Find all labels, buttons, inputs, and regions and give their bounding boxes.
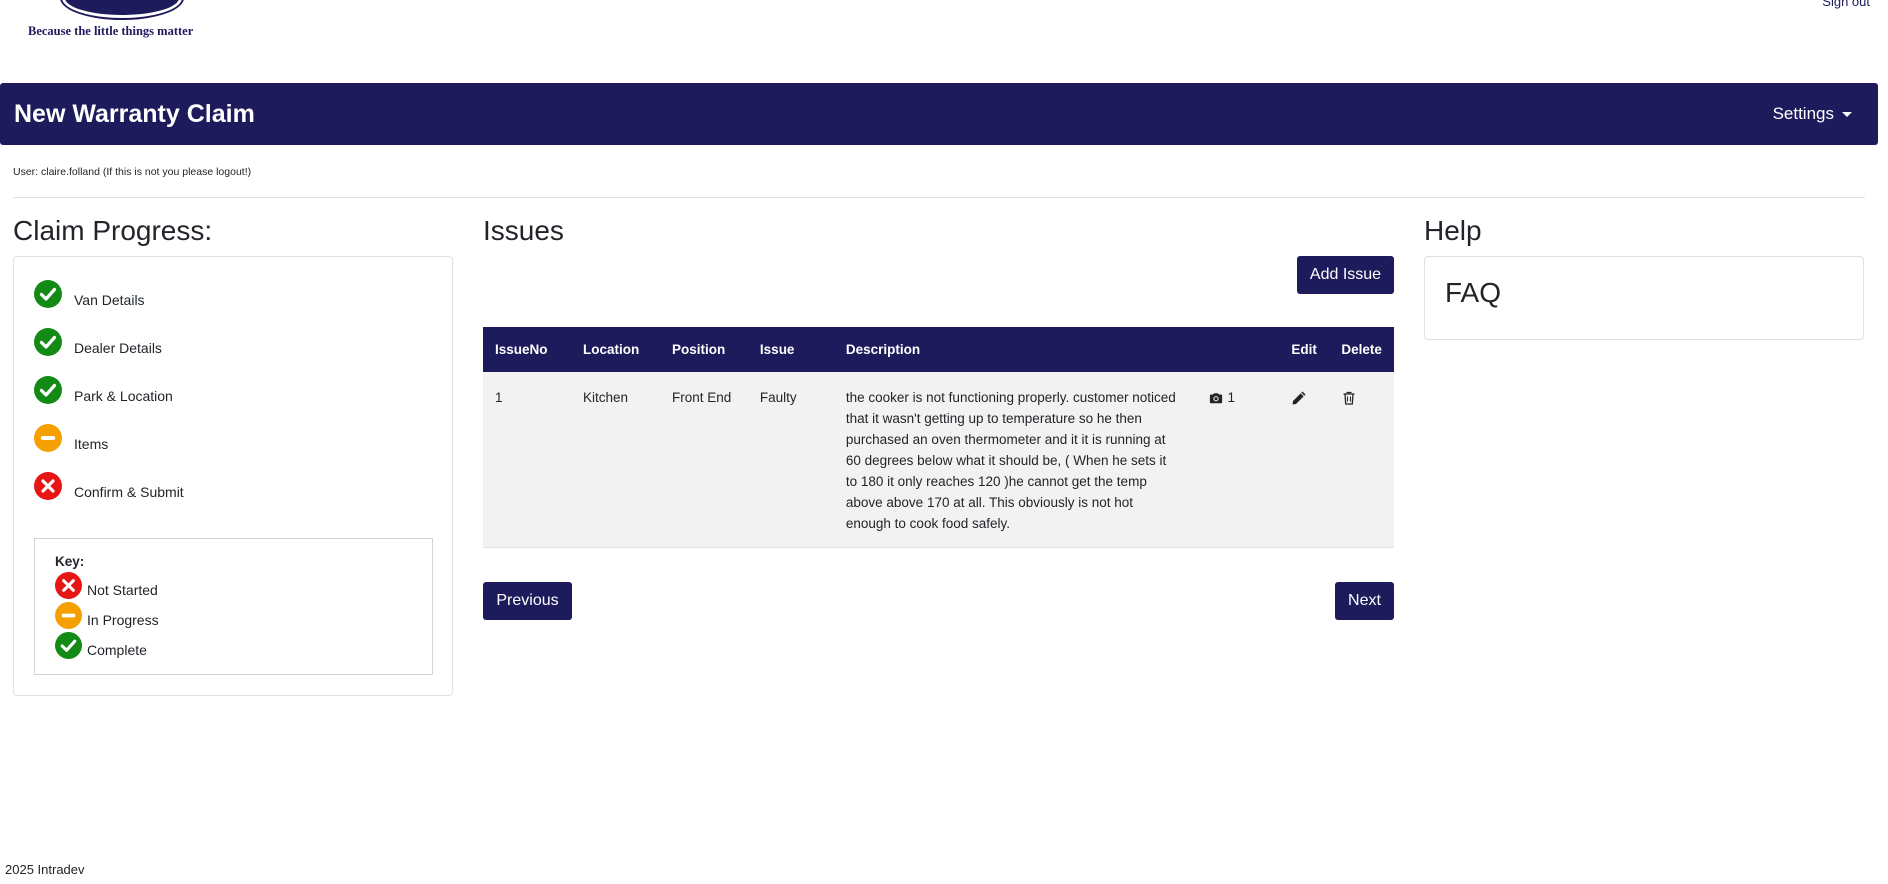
key-not-started: Not Started: [55, 572, 158, 599]
issues-table: IssueNo Location Position Issue Descript…: [483, 327, 1394, 548]
footer: 2025 Intradev: [5, 862, 85, 877]
status-key: Key: Not Started In Progress Complete: [34, 538, 433, 675]
cell-position: Front End: [659, 372, 748, 548]
photo-count: 1: [1227, 390, 1235, 405]
table-row: 1 Kitchen Front End Faulty the cooker is…: [483, 372, 1394, 548]
x-circle-icon: [34, 472, 62, 500]
col-issue-no: IssueNo: [483, 327, 571, 372]
next-button[interactable]: Next: [1335, 582, 1394, 620]
help-heading: Help: [1424, 215, 1482, 246]
photos-link[interactable]: 1: [1209, 387, 1235, 408]
settings-dropdown[interactable]: Settings: [1773, 104, 1852, 124]
cell-location: Kitchen: [570, 372, 660, 548]
logo-emblem: [62, 0, 182, 18]
col-edit: Edit: [1279, 327, 1330, 372]
minus-circle-icon: [55, 602, 82, 629]
progress-item-dealer-details: Dealer Details: [34, 327, 162, 357]
key-in-progress: In Progress: [55, 602, 159, 629]
minus-circle-icon: [34, 424, 62, 452]
progress-item-label: Dealer Details: [74, 340, 162, 356]
page-title: New Warranty Claim: [14, 99, 255, 128]
check-circle-icon: [34, 328, 62, 356]
col-delete: Delete: [1329, 327, 1394, 372]
help-card: FAQ: [1424, 256, 1864, 340]
progress-item-label: Confirm & Submit: [74, 484, 184, 500]
cell-issue-no: 1: [483, 372, 571, 548]
logo-tagline: Because the little things matter: [28, 24, 194, 38]
cell-photos: 1: [1197, 372, 1280, 548]
add-issue-button[interactable]: Add Issue: [1297, 256, 1394, 294]
col-location: Location: [570, 327, 660, 372]
cell-edit: [1279, 372, 1330, 548]
navbar: New Warranty Claim Settings: [0, 83, 1878, 145]
col-description: Description: [833, 327, 1198, 372]
progress-item-confirm-submit: Confirm & Submit: [34, 471, 184, 501]
check-circle-icon: [34, 280, 62, 308]
logo: Because the little things matter: [28, 0, 218, 42]
caret-down-icon: [1842, 111, 1852, 117]
cell-description: the cooker is not functioning properly. …: [833, 372, 1198, 548]
col-issue: Issue: [747, 327, 834, 372]
progress-item-park-location: Park & Location: [34, 375, 173, 405]
cell-issue: Faulty: [747, 372, 834, 548]
col-photos: [1197, 327, 1280, 372]
trash-icon[interactable]: [1341, 390, 1357, 406]
progress-item-label: Van Details: [74, 292, 145, 308]
previous-button[interactable]: Previous: [483, 582, 572, 620]
camera-icon: [1210, 392, 1223, 403]
progress-item-label: Items: [74, 436, 109, 452]
table-header-row: IssueNo Location Position Issue Descript…: [483, 327, 1394, 372]
cell-delete: [1329, 372, 1394, 548]
settings-label: Settings: [1772, 104, 1834, 123]
issues-heading: Issues: [483, 215, 564, 246]
col-position: Position: [659, 327, 748, 372]
key-complete: Complete: [55, 632, 147, 659]
key-title: Key:: [55, 554, 85, 569]
user-info: User: claire.folland (If this is not you…: [13, 166, 252, 178]
progress-item-label: Park & Location: [74, 388, 173, 404]
check-circle-icon: [55, 632, 82, 659]
progress-item-van-details: Van Details: [34, 279, 145, 309]
faq-link[interactable]: FAQ: [1445, 277, 1501, 309]
divider: [13, 197, 1865, 198]
claim-progress-card: Van Details Dealer Details Park & Locati…: [13, 256, 453, 696]
sign-out-link[interactable]: Sign out: [1822, 0, 1870, 9]
check-circle-icon: [34, 376, 62, 404]
progress-item-items: Items: [34, 423, 108, 453]
pencil-icon[interactable]: [1291, 390, 1307, 406]
x-circle-icon: [55, 572, 82, 599]
claim-progress-heading: Claim Progress:: [13, 215, 213, 246]
